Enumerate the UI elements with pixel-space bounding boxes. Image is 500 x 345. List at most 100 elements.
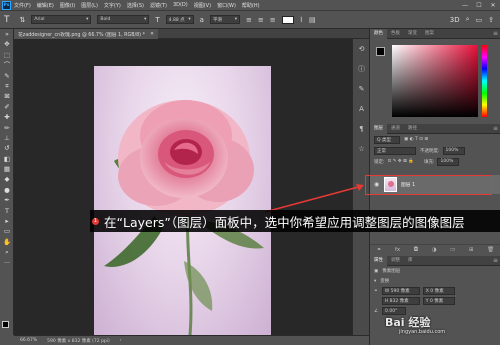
share-icon[interactable]: ⇪	[488, 16, 494, 24]
eyedropper-tool-icon[interactable]: ✐	[0, 102, 14, 112]
color-panel-swatches[interactable]	[376, 47, 390, 61]
menu-image[interactable]: 图像(I)	[60, 2, 75, 9]
menu-help[interactable]: 帮助(H)	[242, 2, 260, 9]
hand-tool-icon[interactable]: ✋	[0, 237, 14, 247]
gradient-tool-icon[interactable]: ▦	[0, 164, 14, 174]
y-input[interactable]: Y 0 像素	[422, 297, 455, 305]
menu-view[interactable]: 视图(V)	[194, 2, 211, 9]
panel-menu-icon[interactable]: ≡	[493, 125, 498, 132]
foreground-color[interactable]	[376, 47, 385, 56]
character-panel-icon[interactable]: A	[353, 99, 370, 119]
document-image[interactable]	[94, 66, 271, 335]
eraser-tool-icon[interactable]: ◧	[0, 154, 14, 164]
zoom-tool-icon[interactable]: ⌕	[0, 247, 14, 257]
filter-icons[interactable]: ▣ ◐ T ⊡ ⊞	[404, 137, 428, 142]
lock-icons[interactable]: ⊡ ✎ ✥ ⊠ 🔒	[388, 159, 414, 164]
menu-3d[interactable]: 3D(D)	[173, 2, 188, 8]
type-tool-icon[interactable]: T	[0, 206, 14, 216]
width-input[interactable]: W 590 像素	[381, 287, 420, 295]
menu-edit[interactable]: 编辑(E)	[37, 2, 54, 9]
paragraph-panel-icon[interactable]: ¶	[353, 119, 370, 139]
menu-file[interactable]: 文件(F)	[14, 2, 31, 9]
tab-properties[interactable]: 属性	[370, 255, 387, 266]
blend-mode-select[interactable]: 正常	[374, 146, 416, 155]
foreground-color[interactable]	[2, 321, 9, 328]
collapse-toolbar-icon[interactable]: »	[0, 29, 14, 39]
history-brush-tool-icon[interactable]: ↺	[0, 143, 14, 153]
tab-layers[interactable]: 图层	[370, 123, 387, 134]
close-tab-icon[interactable]: ✕	[150, 32, 154, 37]
dodge-tool-icon[interactable]: ●	[0, 185, 14, 195]
3d-icon[interactable]: 3D	[450, 16, 460, 24]
link-layers-icon[interactable]: ⚭	[377, 247, 382, 253]
tab-color[interactable]: 颜色	[370, 28, 387, 39]
brush-tool-icon[interactable]: ✏	[0, 123, 14, 133]
more-tools-icon[interactable]: ···	[0, 258, 14, 268]
close-button[interactable]: ✕	[486, 2, 500, 9]
move-tool-icon[interactable]: ✥	[0, 39, 14, 49]
adjustment-layer-icon[interactable]: ◑	[432, 247, 437, 253]
tab-paths[interactable]: 路径	[404, 124, 421, 134]
text-color-swatch[interactable]	[281, 15, 294, 24]
crop-tool-icon[interactable]: ⌗	[0, 81, 14, 91]
quick-select-tool-icon[interactable]: ✎	[0, 71, 14, 81]
tab-gradients[interactable]: 渐变	[404, 29, 421, 39]
chevron-right-icon[interactable]: ›	[120, 338, 122, 343]
panel-menu-icon[interactable]: ≡	[493, 30, 498, 37]
menu-select[interactable]: 选择(S)	[127, 2, 144, 9]
blur-tool-icon[interactable]: ◆	[0, 174, 14, 184]
healing-brush-tool-icon[interactable]: ✚	[0, 112, 14, 122]
menu-layer[interactable]: 图层(L)	[81, 2, 98, 9]
x-input[interactable]: X 0 像素	[422, 287, 455, 295]
workspace-icon[interactable]: ▭	[476, 16, 483, 24]
font-size-select[interactable]: 4.88 点 ▾	[165, 15, 194, 24]
font-family-select[interactable]: Arial ▾	[31, 15, 92, 24]
menu-type[interactable]: 文字(Y)	[104, 2, 121, 9]
lasso-tool-icon[interactable]: ⌒	[0, 60, 14, 70]
link-icon[interactable]: ⚭	[374, 289, 378, 294]
opacity-input[interactable]: 100%	[442, 146, 465, 155]
canvas-area[interactable]: ⟲ ⓘ ✎ A ¶ ☆	[14, 39, 369, 335]
info-panel-icon[interactable]: ⓘ	[353, 59, 370, 79]
glyphs-panel-icon[interactable]: ☆	[353, 139, 370, 159]
rectangle-tool-icon[interactable]: ▭	[0, 226, 14, 236]
layer-filter-select[interactable]: Q 类型	[374, 135, 400, 144]
pen-tool-icon[interactable]: ✒	[0, 195, 14, 205]
new-group-icon[interactable]: ▭	[450, 247, 455, 253]
warp-text-icon[interactable]: ⌇	[300, 16, 303, 24]
tab-adjustments[interactable]: 调整	[387, 256, 404, 266]
trash-icon[interactable]: 🗑	[487, 247, 494, 253]
chevron-down-icon[interactable]: ▾	[374, 279, 376, 284]
brush-panel-icon[interactable]: ✎	[353, 79, 370, 99]
tab-swatches[interactable]: 色板	[387, 29, 404, 39]
path-select-tool-icon[interactable]: ▸	[0, 216, 14, 226]
tab-channels[interactable]: 通道	[387, 124, 404, 134]
fill-input[interactable]: 100%	[437, 157, 460, 166]
antialias-select[interactable]: 平滑 ▾	[209, 15, 240, 24]
tab-patterns[interactable]: 图案	[421, 29, 438, 39]
fx-icon[interactable]: fx	[395, 247, 400, 253]
menu-window[interactable]: 窗口(W)	[217, 2, 236, 9]
maximize-button[interactable]: ☐	[472, 2, 486, 9]
foreground-background-colors[interactable]	[2, 321, 12, 331]
add-mask-icon[interactable]: ◘	[414, 247, 418, 253]
font-style-select[interactable]: Bold ▾	[97, 15, 150, 24]
history-panel-icon[interactable]: ⟲	[353, 39, 370, 59]
type-tool-icon[interactable]: T	[4, 15, 10, 25]
document-size[interactable]: 590 像素 x 832 像素 (72 ppi)	[47, 338, 110, 344]
height-input[interactable]: H 832 像素	[381, 297, 420, 305]
marquee-tool-icon[interactable]: ⬚	[0, 50, 14, 60]
character-panel-icon[interactable]: ▤	[309, 16, 316, 24]
minimize-button[interactable]: —	[458, 2, 472, 9]
align-left-icon[interactable]: ≡	[246, 16, 252, 24]
hue-slider[interactable]	[482, 45, 487, 117]
align-center-icon[interactable]: ≡	[258, 16, 264, 24]
document-tab[interactable]: 花zaddesigner_cn玫瑰.png @ 66.7% (图层 1, RGB…	[14, 29, 158, 39]
align-right-icon[interactable]: ≡	[270, 16, 276, 24]
color-picker-field[interactable]	[392, 45, 478, 117]
menu-filter[interactable]: 滤镜(T)	[150, 2, 167, 9]
text-orientation-icon[interactable]: ⇅	[20, 16, 26, 24]
clone-stamp-tool-icon[interactable]: ⊥	[0, 133, 14, 143]
zoom-level[interactable]: 66.67%	[20, 338, 37, 343]
new-layer-icon[interactable]: ⊞	[469, 247, 474, 253]
